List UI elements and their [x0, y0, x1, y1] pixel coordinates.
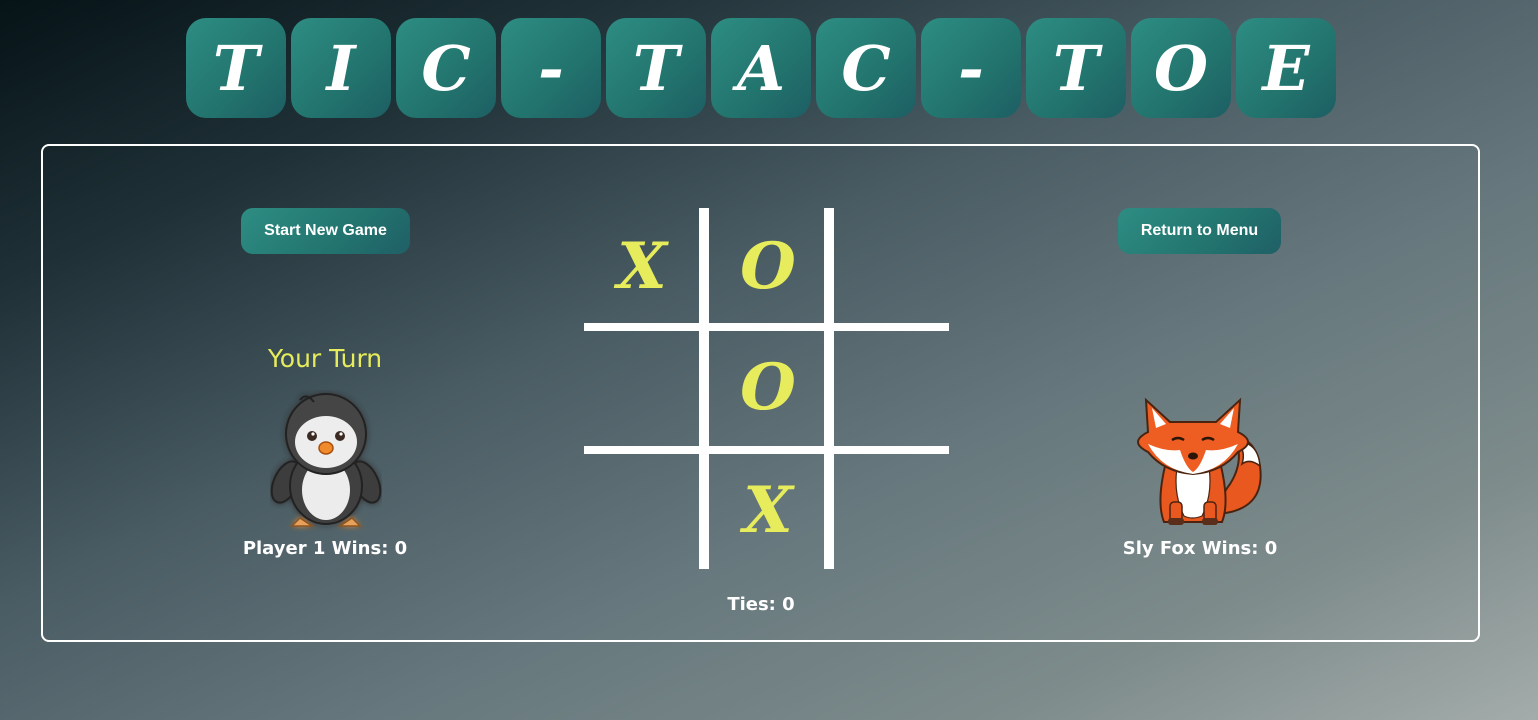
return-to-menu-button[interactable]: Return to Menu [1118, 208, 1281, 254]
grid-line [584, 446, 949, 454]
title-letter-tile: T [186, 18, 286, 118]
fox-icon [1137, 397, 1262, 525]
title-letter-tile: A [711, 18, 811, 118]
game-board: X O O X [584, 208, 949, 569]
board-cell[interactable] [835, 331, 951, 443]
ties-count: Ties: 0 [727, 594, 795, 615]
title-letter-tile: - [501, 18, 601, 118]
penguin-icon [270, 393, 382, 527]
title-letter-tile: C [396, 18, 496, 118]
title-letter-tile: T [1026, 18, 1126, 118]
board-cell[interactable]: O [710, 331, 826, 443]
title-letter-tile: O [1131, 18, 1231, 118]
board-cell[interactable] [584, 331, 700, 443]
title-letter-tile: E [1236, 18, 1336, 118]
start-new-game-button[interactable]: Start New Game [241, 208, 410, 254]
board-cell[interactable]: X [584, 210, 700, 322]
title-letter-tile: - [921, 18, 1021, 118]
board-cell[interactable] [835, 454, 951, 566]
board-cell[interactable]: O [710, 210, 826, 322]
game-title: T I C - T A C - T O E [186, 18, 1336, 118]
player1-wins: Player 1 Wins: 0 [242, 538, 408, 559]
grid-line [584, 323, 949, 331]
board-cell[interactable] [584, 454, 700, 566]
title-letter-tile: I [291, 18, 391, 118]
fox-wins: Sly Fox Wins: 0 [1122, 538, 1278, 559]
title-letter-tile: T [606, 18, 706, 118]
turn-indicator: Your Turn [267, 344, 383, 373]
board-cell[interactable] [835, 210, 951, 322]
board-cell[interactable]: X [710, 454, 826, 566]
grid-line [699, 208, 709, 569]
title-letter-tile: C [816, 18, 916, 118]
